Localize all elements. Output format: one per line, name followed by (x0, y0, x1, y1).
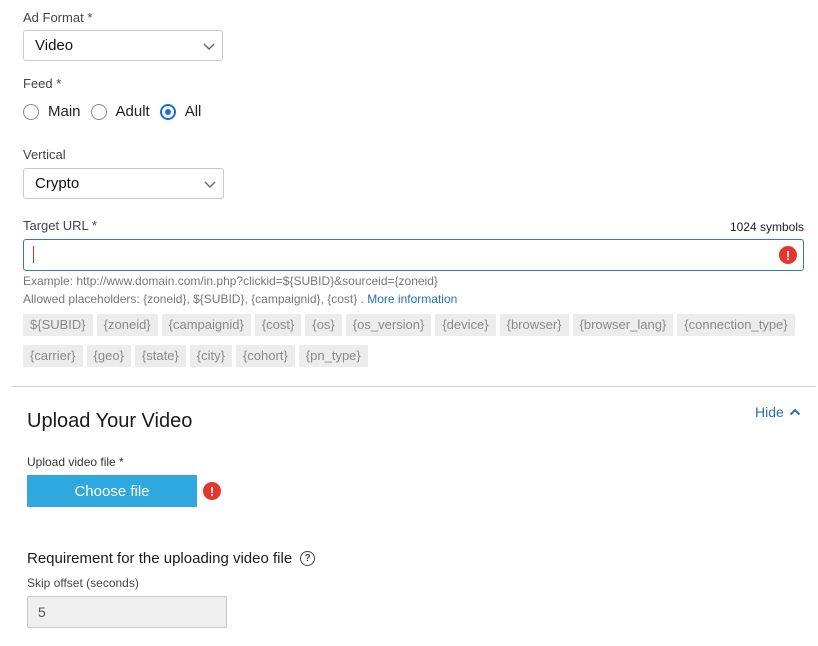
feed-label-text: Feed (23, 76, 53, 91)
required-mark: * (56, 76, 62, 91)
feed-option-label: All (184, 103, 202, 120)
radio-button-checked[interactable] (159, 103, 176, 120)
feed-option-label: Adult (115, 103, 150, 120)
placeholder-chips: ${SUBID} {zoneid} {campaignid} {cost} {o… (23, 314, 813, 376)
ad-format-select[interactable]: Video (23, 30, 223, 61)
symbol-counter: 1024 symbols (729, 220, 804, 234)
placeholder-chip[interactable]: {city} (189, 345, 232, 367)
radio-button[interactable] (23, 103, 39, 120)
feed-option-label: Main (48, 103, 81, 120)
feed-label: Feed * (23, 76, 61, 91)
placeholder-chip[interactable]: {os} (305, 314, 342, 336)
choose-file-button[interactable]: Choose file (27, 475, 197, 507)
placeholder-chip[interactable]: {cohort} (235, 345, 295, 367)
upload-section-title: Upload Your Video (27, 410, 193, 432)
placeholder-chip[interactable]: {browser_lang} (572, 314, 674, 336)
placeholder-chip[interactable]: {connection_type} (677, 314, 795, 336)
text-caret (33, 246, 34, 263)
placeholder-chip[interactable]: {cost} (254, 314, 302, 336)
allowed-placeholders-hint: Allowed placeholders: {zoneid}, ${SUBID}… (23, 292, 457, 306)
required-mark: * (87, 10, 93, 25)
placeholder-chip[interactable]: {campaignid} (161, 314, 251, 336)
required-mark: * (91, 218, 97, 233)
placeholder-chip[interactable]: {zoneid} (96, 314, 158, 336)
target-url-input[interactable] (23, 239, 804, 271)
chevron-up-icon (789, 408, 801, 416)
placeholder-chip[interactable]: {browser} (499, 314, 569, 336)
feed-option-main[interactable]: Main (23, 103, 81, 120)
placeholder-chip[interactable]: {carrier} (23, 345, 83, 367)
vertical-select[interactable]: Crypto (23, 168, 224, 199)
skip-offset-label: Skip offset (seconds) (27, 576, 139, 590)
url-example-hint: Example: http://www.domain.com/in.php?cl… (23, 274, 438, 288)
chevron-down-icon (203, 43, 215, 50)
requirement-title: Requirement for the uploading video file… (27, 550, 316, 567)
upload-file-label: Upload video file * (27, 455, 124, 469)
requirement-title-text: Requirement for the uploading video file (27, 550, 293, 567)
target-url-label: Target URL * (23, 218, 97, 233)
error-icon: ! (779, 246, 797, 264)
feed-option-all[interactable]: All (159, 103, 202, 120)
feed-option-adult[interactable]: Adult (90, 103, 150, 120)
hide-section-toggle[interactable]: Hide (755, 404, 801, 420)
ad-format-label-text: Ad Format (23, 10, 84, 25)
vertical-value: Crypto (35, 175, 80, 192)
placeholder-chip[interactable]: {geo} (86, 345, 131, 367)
help-icon[interactable]: ? (300, 551, 316, 566)
section-divider (12, 386, 816, 387)
more-information-link[interactable]: More information (367, 292, 457, 306)
placeholder-chip[interactable]: {os_version} (345, 314, 432, 336)
placeholder-chip[interactable]: {device} (435, 314, 496, 336)
chevron-down-icon (204, 181, 216, 188)
ad-format-value: Video (35, 37, 74, 54)
error-icon: ! (203, 482, 221, 500)
ad-format-label: Ad Format * (23, 10, 92, 25)
feed-radio-group: Main Adult All (23, 103, 211, 120)
allowed-placeholders-text: Allowed placeholders: {zoneid}, ${SUBID}… (23, 292, 364, 306)
placeholder-chip[interactable]: {pn_type} (298, 345, 368, 367)
vertical-label: Vertical (23, 147, 66, 162)
placeholder-chip[interactable]: ${SUBID} (23, 314, 93, 336)
radio-button[interactable] (90, 103, 107, 120)
skip-offset-input[interactable] (27, 596, 227, 628)
target-url-label-text: Target URL (23, 218, 89, 233)
hide-label: Hide (755, 404, 784, 420)
placeholder-chip[interactable]: {state} (134, 345, 186, 367)
